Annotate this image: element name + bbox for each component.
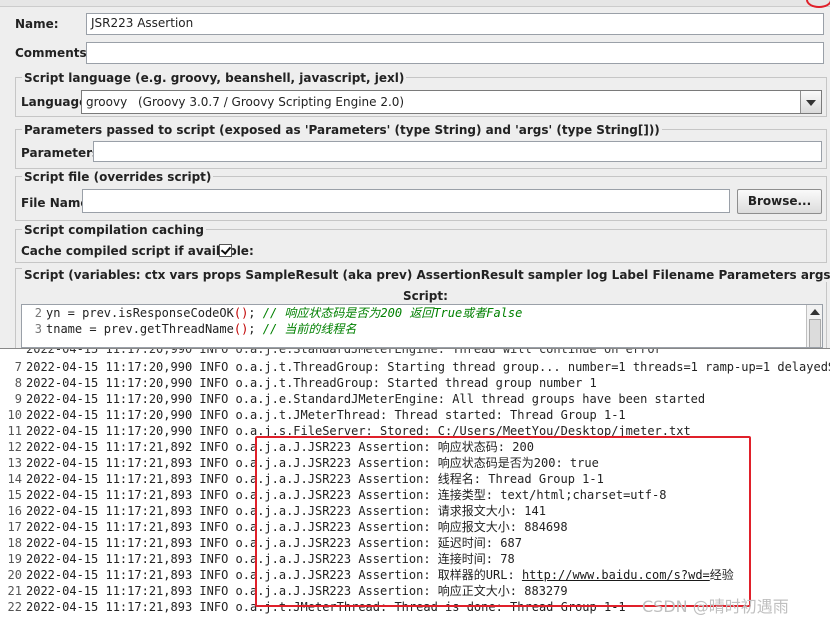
log-line-number: 20 bbox=[7, 568, 22, 582]
watermark: CSDN @晴时初遇雨 bbox=[642, 597, 789, 616]
log-text: 2022-04-15 11:17:20,990 INFO o.a.j.e.Sta… bbox=[26, 392, 706, 406]
code-paren: () bbox=[233, 322, 249, 336]
log-line-number: 10 bbox=[7, 408, 22, 422]
code-comment: // 响应状态码是否为200 返回True或者False bbox=[262, 306, 523, 320]
script-header: Script: bbox=[403, 289, 448, 303]
scroll-up-icon[interactable] bbox=[810, 309, 820, 315]
code-paren: () bbox=[233, 306, 249, 320]
log-line: 10 2022-04-15 11:17:20,990 INFO o.a.j.t.J… bbox=[0, 407, 626, 423]
chevron-down-icon bbox=[806, 100, 816, 106]
script-language-title: Script language (e.g. groovy, beanshell,… bbox=[22, 71, 407, 85]
script-title: Script (variables: ctx vars props Sample… bbox=[22, 268, 830, 282]
comments-input[interactable] bbox=[86, 42, 824, 64]
code-tail: ; bbox=[248, 322, 263, 336]
script-line: 3 tname = prev.getThreadName(); // 当前的线程名 bbox=[24, 321, 357, 337]
script-line: 2 yn = prev.isResponseCodeOK(); // 响应状态码是… bbox=[24, 305, 523, 321]
code-text: yn = prev.isResponseCodeOK bbox=[46, 306, 234, 320]
parameters-label: Parameters: bbox=[21, 146, 104, 160]
log-text: 2022-04-15 11:17:20,990 INFO o.a.j.e.Sta… bbox=[26, 348, 662, 356]
parameters-title: Parameters passed to script (exposed as … bbox=[22, 123, 662, 137]
log-line-number: 18 bbox=[7, 536, 22, 550]
language-select[interactable]: groovy (Groovy 3.0.7 / Groovy Scripting … bbox=[81, 90, 822, 114]
parameters-input[interactable] bbox=[93, 141, 822, 162]
code-comment: // 当前的线程名 bbox=[262, 322, 357, 336]
language-dropdown-button[interactable] bbox=[800, 91, 821, 113]
log-line-number: 21 bbox=[7, 584, 22, 598]
log-line-partial: 2022-04-15 11:17:20,990 INFO o.a.j.e.Sta… bbox=[0, 348, 662, 357]
log-panel: 2022-04-15 11:17:20,990 INFO o.a.j.e.Sta… bbox=[0, 348, 830, 622]
log-line: 9 2022-04-15 11:17:20,990 INFO o.a.j.e.St… bbox=[0, 391, 705, 407]
name-label: Name: bbox=[15, 17, 59, 31]
comments-label: Comments: bbox=[15, 46, 92, 60]
cache-checkbox[interactable] bbox=[219, 244, 232, 257]
log-line-number: 8 bbox=[14, 376, 22, 390]
code-tail: ; bbox=[248, 306, 263, 320]
panel-title-strip bbox=[0, 0, 830, 7]
script-editor[interactable]: 2 yn = prev.isResponseCodeOK(); // 响应状态码是… bbox=[21, 304, 823, 348]
log-line-number: 7 bbox=[14, 360, 22, 374]
log-line-number: 16 bbox=[7, 504, 22, 518]
log-text: 2022-04-15 11:17:20,990 INFO o.a.j.t.JMe… bbox=[26, 408, 626, 422]
language-detail: (Groovy 3.0.7 / Groovy Scripting Engine … bbox=[138, 95, 405, 109]
file-name-input[interactable] bbox=[82, 189, 730, 213]
language-value: groovy bbox=[86, 95, 128, 109]
log-line-number: 17 bbox=[7, 520, 22, 534]
log-line-number: 9 bbox=[14, 392, 22, 406]
log-line-number: 12 bbox=[7, 440, 22, 454]
name-input-value: JSR223 Assertion bbox=[91, 16, 194, 30]
highlight-box bbox=[255, 436, 751, 607]
log-line-number: 19 bbox=[7, 552, 22, 566]
line-number: 3 bbox=[34, 322, 42, 336]
browse-button[interactable]: Browse... bbox=[737, 189, 822, 214]
name-input[interactable]: JSR223 Assertion bbox=[86, 13, 824, 35]
checkmark-icon bbox=[220, 244, 232, 255]
log-line: 7 2022-04-15 11:17:20,990 INFO o.a.j.t.Th… bbox=[0, 359, 830, 375]
log-text: 2022-04-15 11:17:20,990 INFO o.a.j.t.Thr… bbox=[26, 376, 597, 390]
caching-title: Script compilation caching bbox=[22, 223, 206, 237]
scroll-thumb[interactable] bbox=[809, 319, 821, 347]
script-file-title: Script file (overrides script) bbox=[22, 170, 214, 184]
log-line-number: 22 bbox=[7, 600, 22, 614]
log-line-number: 13 bbox=[7, 456, 22, 470]
log-line: 8 2022-04-15 11:17:20,990 INFO o.a.j.t.Th… bbox=[0, 375, 597, 391]
line-number: 2 bbox=[34, 306, 42, 320]
script-scrollbar[interactable] bbox=[806, 305, 822, 347]
log-line-number: 14 bbox=[7, 472, 22, 486]
code-text: tname = prev.getThreadName bbox=[46, 322, 234, 336]
log-text: 2022-04-15 11:17:20,990 INFO o.a.j.t.Thr… bbox=[26, 360, 830, 374]
log-line-number: 15 bbox=[7, 488, 22, 502]
log-line-number: 11 bbox=[7, 424, 22, 438]
